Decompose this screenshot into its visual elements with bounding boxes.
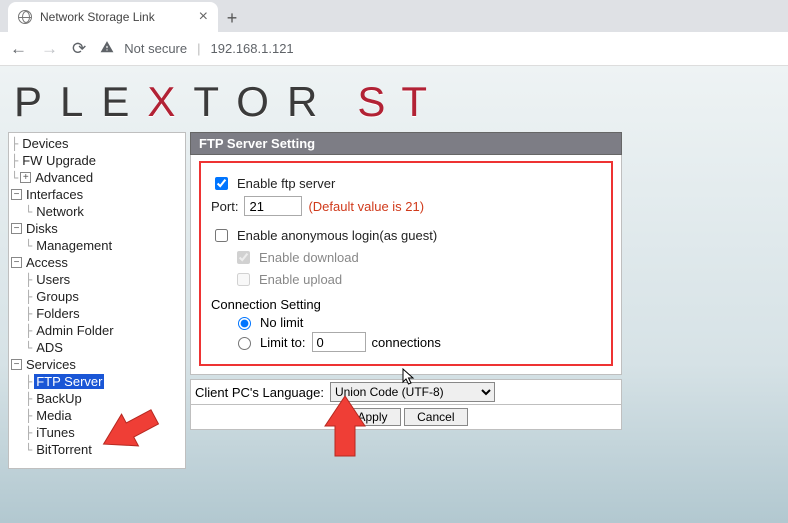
sidebar-item-backup[interactable]: BackUp (34, 391, 84, 406)
enable-ftp-label: Enable ftp server (237, 176, 335, 191)
globe-icon (18, 10, 32, 24)
sidebar-item-advanced[interactable]: Advanced (33, 170, 95, 185)
sidebar-group-interfaces[interactable]: Interfaces (24, 187, 85, 202)
expand-icon[interactable]: + (20, 172, 31, 183)
collapse-icon[interactable]: − (11, 359, 22, 370)
sidebar-item-groups[interactable]: Groups (34, 289, 81, 304)
no-limit-label: No limit (260, 315, 303, 330)
collapse-icon[interactable]: − (11, 223, 22, 234)
back-icon[interactable]: ← (10, 39, 27, 59)
address-bar[interactable]: Not secure | 192.168.1.121 (100, 40, 293, 57)
not-secure-label: Not secure (124, 41, 187, 56)
limit-to-input[interactable] (312, 332, 366, 352)
collapse-icon[interactable]: − (11, 189, 22, 200)
anonymous-login-label: Enable anonymous login(as guest) (237, 228, 437, 243)
logo-part2: TOR (193, 78, 335, 125)
settings-highlight-box: Enable ftp server Port: (Default value i… (199, 161, 613, 366)
sidebar-item-admin-folder[interactable]: Admin Folder (34, 323, 115, 338)
client-language-label: Client PC's Language: (195, 385, 324, 400)
port-input[interactable] (244, 196, 302, 216)
sidebar-item-fw-upgrade[interactable]: FW Upgrade (20, 153, 98, 168)
sidebar-item-devices[interactable]: Devices (20, 136, 70, 151)
brand-logo: PLEXTOR ST (8, 74, 788, 132)
anonymous-login-checkbox[interactable] (215, 229, 228, 242)
sidebar-item-itunes[interactable]: iTunes (34, 425, 77, 440)
annotation-arrow-icon (100, 408, 160, 464)
sidebar-item-management[interactable]: Management (34, 238, 114, 253)
logo-part1: PLE (14, 78, 147, 125)
collapse-icon[interactable]: − (11, 257, 22, 268)
tab-title: Network Storage Link (40, 10, 155, 24)
port-note: (Default value is 21) (308, 199, 424, 214)
sidebar-item-folders[interactable]: Folders (34, 306, 81, 321)
url-text: 192.168.1.121 (211, 41, 294, 56)
enable-upload-checkbox (237, 273, 250, 286)
enable-download-checkbox (237, 251, 250, 264)
annotation-arrow-icon (317, 396, 373, 460)
forward-icon: → (41, 39, 58, 59)
cancel-button[interactable]: Cancel (404, 408, 467, 426)
limit-to-radio[interactable] (238, 337, 251, 350)
sidebar-item-users[interactable]: Users (34, 272, 72, 287)
logo-x: X (147, 78, 193, 125)
sidebar-item-bittorrent[interactable]: BitTorrent (34, 442, 94, 457)
browser-tab[interactable]: Network Storage Link × (8, 2, 218, 32)
no-limit-radio[interactable] (238, 317, 251, 330)
connections-label: connections (372, 335, 441, 350)
port-label: Port: (211, 199, 238, 214)
url-separator: | (197, 41, 200, 56)
sidebar-item-network[interactable]: Network (34, 204, 86, 219)
sidebar-item-ads[interactable]: ADS (34, 340, 65, 355)
sidebar-group-disks[interactable]: Disks (24, 221, 60, 236)
connection-setting-label: Connection Setting (211, 297, 601, 312)
sidebar-item-ftp-server[interactable]: FTP Server (34, 374, 104, 389)
sidebar-item-media[interactable]: Media (34, 408, 73, 423)
enable-ftp-checkbox[interactable] (215, 177, 228, 190)
tab-close-icon[interactable]: × (199, 9, 208, 25)
logo-second: ST (357, 78, 443, 126)
mouse-cursor-icon (402, 368, 416, 390)
new-tab-button[interactable]: + (218, 4, 246, 32)
panel-title: FTP Server Setting (190, 132, 622, 155)
not-secure-icon (100, 40, 114, 57)
enable-upload-label: Enable upload (259, 272, 342, 287)
enable-download-label: Enable download (259, 250, 359, 265)
reload-icon[interactable]: ⟳ (72, 39, 86, 59)
limit-to-label: Limit to: (260, 335, 306, 350)
sidebar-group-services[interactable]: Services (24, 357, 78, 372)
sidebar-group-access[interactable]: Access (24, 255, 70, 270)
